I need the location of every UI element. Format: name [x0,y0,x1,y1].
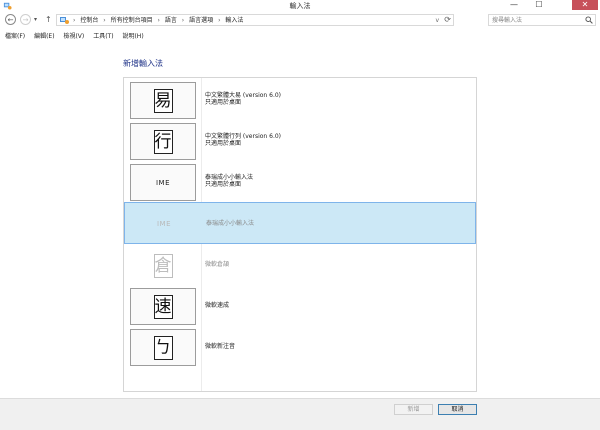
forward-button[interactable]: → [20,14,31,25]
ime-tile: 行 [130,123,196,160]
breadcrumb-item[interactable]: 輸入法 [225,17,243,24]
menu-help[interactable]: 說明(H) [122,33,143,40]
ime-item-cangjie[interactable]: 倉 微軟倉頡 [125,245,475,285]
menu-tools[interactable]: 工具(T) [93,33,113,40]
breadcrumb-separator: › [181,17,185,24]
ime-note: 只適用於桌面 [205,140,242,147]
ime-tile: 易 [130,82,196,119]
up-button[interactable]: ↑ [45,14,52,25]
ime-note: 只適用於桌面 [205,99,242,106]
breadcrumb: › 控制台 › 所有控制台項目 › 語言 › 語言選項 › 輸入法 [73,16,246,25]
ime-label: 微軟速成 [205,302,229,309]
minimize-button[interactable]: — [502,0,526,10]
breadcrumb-item[interactable]: 語言 [165,17,177,24]
ime-label: 泰瑞成小小輸入法 [206,220,254,227]
recent-locations-dropdown[interactable]: ▾ [34,14,37,25]
title-bar: 輸入法 — ☐ ✕ [0,0,600,11]
chevron-down-icon[interactable]: v [435,16,439,25]
ime-name: 微軟倉頡 [205,261,230,268]
ime-label: 中文繁體大易 (version 6.0) 只適用於桌面 [205,92,281,106]
ime-tile: IME [130,164,196,201]
ime-label: 微軟新注音 [205,343,235,350]
bopomofo-icon: ㄅ [153,335,173,360]
ime-name: 微軟速成 [205,302,230,309]
add-button[interactable]: 新增 [394,404,433,415]
ime-item-bopomofo[interactable]: ㄅ 微軟新注音 [125,327,475,367]
close-button[interactable]: ✕ [572,0,598,10]
ime-item-quick[interactable]: 速 微軟速成 [125,286,475,326]
maximize-button[interactable]: ☐ [527,0,551,10]
back-button[interactable]: ← [5,14,16,25]
ime-label: 中文繁體行列 (version 6.0) 只適用於桌面 [205,133,281,147]
ime-label: 微軟倉頡 [205,261,229,268]
search-icon[interactable] [585,16,593,24]
ime-name: 泰瑞成小小輸入法 [205,174,254,181]
ime-icon: IME [156,219,172,228]
ime-item-dayi[interactable]: 易 中文繁體大易 (version 6.0) 只適用於桌面 [125,80,475,120]
breadcrumb-item[interactable]: 語言選項 [189,17,213,24]
address-bar[interactable]: › 控制台 › 所有控制台項目 › 語言 › 語言選項 › 輸入法 v ⟳ [56,14,454,26]
control-panel-icon [60,17,69,24]
ime-name: 中文繁體行列 (version 6.0) [205,133,282,140]
ime-name: 微軟新注音 [205,343,236,350]
ime-tile: 速 [130,288,196,325]
breadcrumb-separator: › [157,17,160,24]
address-row: ← → ▾ ↑ › 控制台 › 所有控制台項目 › 語言 › 語言選項 › 輸入… [0,13,600,28]
ime-label: 泰瑞成小小輸入法 只適用於桌面 [205,174,253,188]
menu-view[interactable]: 檢視(V) [63,33,84,40]
page-title: 新增輸入法 [123,59,163,68]
breadcrumb-item[interactable]: 所有控制台項目 [111,17,153,24]
ime-note: 只適用於桌面 [205,181,242,188]
ime-tile: 倉 [130,247,196,284]
cancel-button[interactable]: 取消 [438,404,477,415]
dayi-icon: 易 [153,88,173,113]
cangjie-icon: 倉 [153,253,173,278]
ime-item-taeruicheng[interactable]: IME 泰瑞成小小輸入法 只適用於桌面 [125,162,475,202]
array-icon: 行 [153,129,173,154]
ime-tile: IME [131,205,197,242]
menu-file[interactable]: 檔案(F) [5,33,25,40]
breadcrumb-item[interactable]: 控制台 [80,17,98,24]
ime-tile: ㄅ [130,329,196,366]
footer-bar: 新增 取消 [0,398,600,430]
refresh-icon[interactable]: ⟳ [444,15,451,25]
search-placeholder: 搜尋輸入法 [492,17,523,24]
quick-icon: 速 [153,294,173,319]
ime-name: 中文繁體大易 (version 6.0) [205,92,282,99]
ime-item-selected[interactable]: IME 泰瑞成小小輸入法 [124,202,476,244]
ime-list: 易 中文繁體大易 (version 6.0) 只適用於桌面 行 中文繁體行列 (… [123,77,477,392]
menu-bar: 檔案(F) 編輯(E) 檢視(V) 工具(T) 說明(H) [5,31,151,41]
ime-name: 泰瑞成小小輸入法 [206,220,255,227]
ime-item-array[interactable]: 行 中文繁體行列 (version 6.0) 只適用於桌面 [125,121,475,161]
search-input[interactable]: 搜尋輸入法 [488,14,596,26]
breadcrumb-separator: › [103,17,106,24]
breadcrumb-separator: › [218,17,221,24]
breadcrumb-separator: › [73,17,76,24]
menu-edit[interactable]: 編輯(E) [34,33,54,40]
ime-icon: IME [155,178,171,187]
